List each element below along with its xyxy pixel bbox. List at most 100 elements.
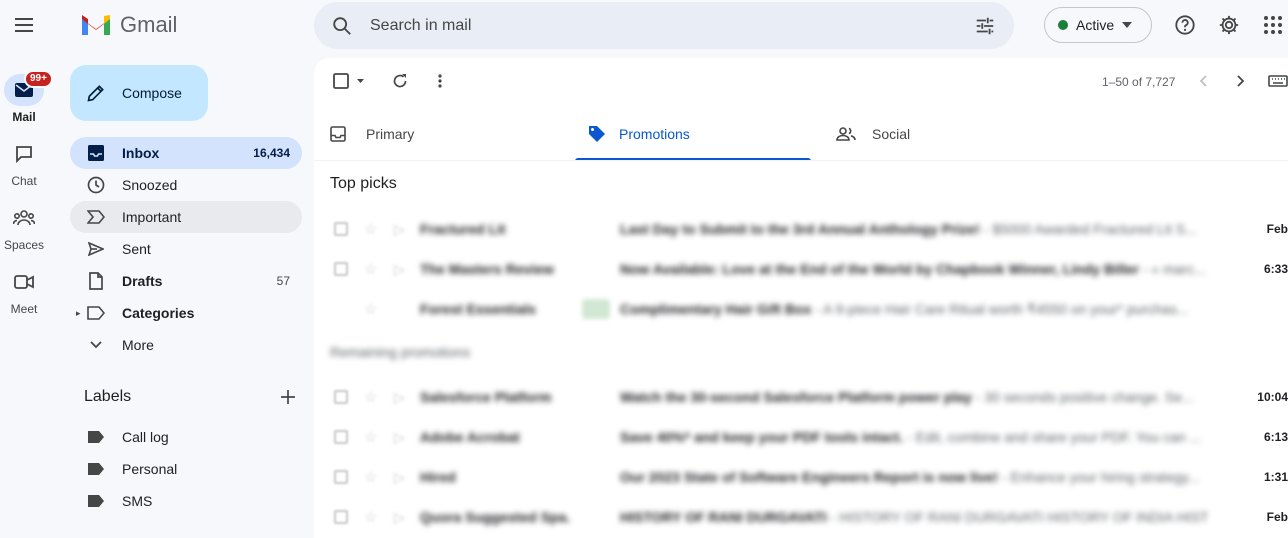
compose-label: Compose: [122, 85, 182, 101]
search-options-icon[interactable]: [956, 15, 1014, 37]
important-marker-icon[interactable]: ▷: [394, 261, 405, 278]
label-name: SMS: [122, 493, 153, 509]
subject-text: Save 40%* and keep your PDF tools intact…: [620, 429, 904, 445]
search-input[interactable]: Search in mail: [370, 17, 956, 35]
plus-icon[interactable]: [280, 389, 296, 405]
draft-icon: [89, 272, 103, 290]
email-row[interactable]: ☆ ▷ Salesforce Platform Watch the 30-sec…: [314, 377, 1288, 417]
important-marker-icon[interactable]: ▷: [394, 221, 405, 238]
tab-primary[interactable]: Primary: [330, 106, 570, 161]
tab-label: Promotions: [619, 125, 690, 142]
email-row[interactable]: ☆ ▷ Adobe Acrobat Save 40%* and keep you…: [314, 417, 1288, 457]
input-tools-button[interactable]: [1268, 74, 1288, 88]
email-row[interactable]: ☆ ▷ The Masters Review Now Available: Lo…: [314, 249, 1288, 289]
chevron-down-icon: [90, 341, 102, 349]
email-subject: HISTORY OF RANI DURGAVATI - HISTORY OF R…: [620, 509, 1208, 525]
email-subject: Watch the 30-second Salesforce Platform …: [620, 389, 1208, 405]
row-checkbox[interactable]: [334, 222, 348, 236]
rail-mail[interactable]: 99+ Mail: [0, 70, 53, 124]
rail-chat[interactable]: Chat: [0, 138, 48, 188]
star-icon[interactable]: ☆: [364, 388, 377, 406]
nav-label: Inbox: [122, 145, 160, 161]
email-row[interactable]: ☆ Forest Essentials Complimentary Hair G…: [314, 289, 1288, 329]
row-checkbox[interactable]: [334, 262, 348, 276]
nav-inbox[interactable]: Inbox 16,434: [70, 137, 302, 169]
meet-icon: [14, 275, 34, 289]
rail-label: Chat: [11, 174, 37, 188]
tab-label: Primary: [366, 125, 415, 142]
star-icon[interactable]: ☆: [364, 508, 377, 526]
main-menu-button[interactable]: [0, 0, 48, 50]
chat-icon: [16, 146, 32, 163]
tab-social[interactable]: Social: [836, 106, 1076, 161]
older-button[interactable]: [1232, 71, 1250, 91]
nav-snoozed[interactable]: Snoozed: [70, 169, 302, 201]
gmail-m-icon: [82, 15, 110, 35]
more-vert-icon: [438, 74, 442, 88]
refresh-button[interactable]: [389, 71, 411, 91]
nav-drafts[interactable]: Drafts 57: [70, 265, 302, 297]
nav-label: Sent: [122, 241, 151, 257]
tab-promotions[interactable]: Promotions: [575, 106, 811, 161]
subject-text: HISTORY OF RANI DURGAVATI: [620, 509, 827, 525]
email-row[interactable]: ☆ ▷ Quora Suggested Spa. HISTORY OF RANI…: [314, 497, 1288, 537]
label-tag-icon: [88, 463, 104, 475]
important-marker-icon[interactable]: ▷: [394, 429, 405, 446]
help-button[interactable]: [1168, 8, 1202, 42]
tab-label: Social: [872, 125, 911, 142]
email-subject: Complimentary Hair Gift Box - A 9-piece …: [620, 301, 1208, 318]
email-date: 6:13: [1263, 430, 1288, 444]
send-icon: [88, 242, 104, 256]
checkbox-icon: [333, 73, 364, 89]
row-checkbox[interactable]: [334, 470, 348, 484]
rail-label: Meet: [10, 302, 38, 316]
star-icon[interactable]: ☆: [364, 300, 377, 318]
label-item-call-log[interactable]: Call log: [70, 421, 302, 453]
important-marker-icon[interactable]: ▷: [394, 389, 405, 406]
inbox-icon: [88, 145, 104, 161]
nav-sent[interactable]: Sent: [70, 233, 302, 265]
email-sender: Quora Suggested Spa.: [420, 509, 571, 525]
settings-button[interactable]: [1212, 8, 1246, 42]
compose-button[interactable]: Compose: [70, 65, 208, 121]
subject-text: Watch the 30-second Salesforce Platform …: [620, 389, 972, 405]
select-all-checkbox[interactable]: [330, 71, 368, 91]
email-row[interactable]: ☆ ▷ Fractured Lit Last Day to Submit to …: [314, 209, 1288, 249]
label-icon: [87, 306, 105, 320]
more-options-button[interactable]: [430, 71, 450, 91]
nav-important[interactable]: Important: [70, 201, 302, 233]
spaces-icon: [13, 210, 35, 226]
star-icon[interactable]: ☆: [364, 220, 377, 238]
important-marker-icon[interactable]: ▷: [394, 509, 405, 526]
search-bar[interactable]: Search in mail: [314, 2, 1014, 49]
rail-spaces[interactable]: Spaces: [0, 202, 48, 252]
search-icon[interactable]: [314, 15, 370, 37]
important-icon: [87, 210, 105, 224]
app-title: Gmail: [120, 12, 178, 37]
gmail-logo[interactable]: Gmail: [80, 12, 177, 38]
expand-arrow-icon[interactable]: ▸: [76, 308, 81, 319]
google-apps-button[interactable]: [1256, 8, 1288, 42]
label-item-sms[interactable]: SMS: [70, 485, 302, 517]
star-icon[interactable]: ☆: [364, 468, 377, 486]
status-dropdown[interactable]: Active: [1044, 7, 1152, 43]
email-sender: Fractured Lit: [420, 221, 506, 237]
status-label: Active: [1076, 17, 1115, 33]
caret-down-icon: [1122, 22, 1133, 28]
star-icon[interactable]: ☆: [364, 428, 377, 446]
nav-more[interactable]: More: [70, 329, 302, 361]
nav-count: 16,434: [253, 146, 290, 160]
status-dot: [1058, 20, 1068, 30]
email-subject: Save 40%* and keep your PDF tools intact…: [620, 429, 1208, 445]
clock-icon: [87, 176, 105, 194]
star-icon[interactable]: ☆: [364, 260, 377, 278]
row-checkbox[interactable]: [334, 430, 348, 444]
newer-button[interactable]: [1194, 71, 1212, 91]
email-row[interactable]: ☆ ▷ Hired Our 2023 State of Software Eng…: [314, 457, 1288, 497]
rail-meet[interactable]: Meet: [0, 266, 48, 316]
row-checkbox[interactable]: [334, 390, 348, 404]
nav-categories[interactable]: ▸ Categories: [70, 297, 302, 329]
row-checkbox[interactable]: [334, 510, 348, 524]
label-item-personal[interactable]: Personal: [70, 453, 302, 485]
important-marker-icon[interactable]: ▷: [394, 469, 405, 486]
